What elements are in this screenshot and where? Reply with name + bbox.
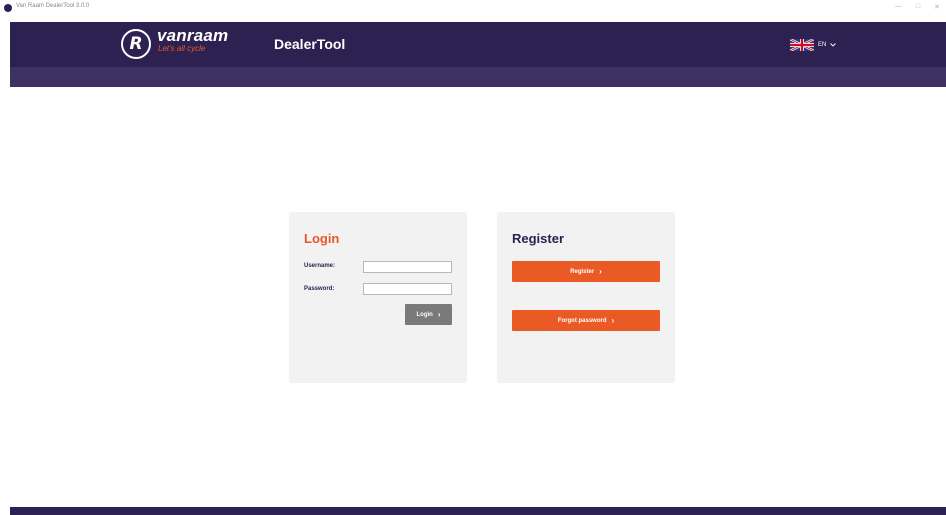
language-selector[interactable]: EN (790, 39, 837, 51)
login-card: Login Username: Password: Login › (289, 212, 467, 383)
register-button[interactable]: Register › (512, 261, 660, 282)
login-button[interactable]: Login › (405, 304, 452, 325)
chevron-right-icon: › (611, 315, 615, 325)
username-label: Username: (304, 263, 336, 269)
window-title: Van Raam DealerTool 3.0.0 (16, 3, 90, 9)
header-subbar (10, 67, 946, 87)
app-icon (4, 4, 12, 12)
forgot-password-button-label: Forgot password (557, 317, 607, 324)
window-left-border (0, 22, 10, 515)
language-code: EN (818, 42, 827, 48)
forgot-password-button[interactable]: Forgot password › (512, 310, 660, 331)
chevron-right-icon: › (599, 266, 602, 276)
brand-name: vanraam (157, 26, 229, 45)
chevron-down-icon (830, 43, 837, 47)
footer-bar (10, 507, 946, 515)
maximize-button[interactable]: □ (916, 3, 920, 11)
logo-letter: R (129, 34, 143, 54)
register-card: Register Register › Forgot password › (497, 212, 675, 383)
window-controls: — □ ✕ (895, 3, 940, 11)
password-label: Password: (304, 286, 335, 292)
login-title: Login (304, 231, 340, 246)
password-input[interactable] (363, 283, 452, 295)
window-titlebar: Van Raam DealerTool 3.0.0 — □ ✕ (0, 0, 946, 22)
app-title: DealerTool (274, 36, 346, 52)
brand-logo-icon: R (121, 29, 151, 59)
brand-tagline: Let's all cycle (158, 44, 206, 53)
username-input[interactable] (363, 261, 452, 273)
register-button-label: Register (570, 268, 595, 275)
login-button-label: Login (416, 311, 433, 318)
register-title: Register (512, 231, 565, 246)
minimize-button[interactable]: — (895, 3, 902, 11)
close-button[interactable]: ✕ (934, 3, 940, 11)
chevron-right-icon: › (437, 309, 441, 319)
uk-flag-icon (790, 39, 814, 51)
